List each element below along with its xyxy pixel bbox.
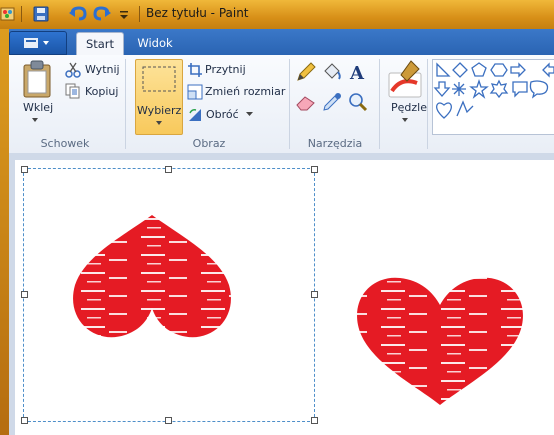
group-separator	[289, 59, 290, 149]
color-picker-icon[interactable]	[321, 91, 343, 113]
text-tool-icon[interactable]: A	[347, 61, 369, 83]
svg-text:A: A	[349, 63, 365, 83]
selection-rectangle[interactable]	[23, 168, 315, 422]
selection-handle[interactable]	[165, 417, 172, 424]
select-dropdown-icon	[156, 121, 162, 125]
cut-label[interactable]: Wytnij	[85, 63, 120, 76]
tab-start[interactable]: Start	[76, 32, 124, 56]
copy-icon[interactable]	[65, 83, 81, 99]
rotate-label[interactable]: Obróć	[206, 108, 239, 121]
selection-handle[interactable]	[311, 291, 318, 298]
paste-icon[interactable]	[21, 59, 53, 99]
title-separator	[21, 6, 22, 22]
selection-handle[interactable]	[311, 166, 318, 173]
rotate-icon[interactable]	[187, 107, 203, 123]
shapes-gallery[interactable]	[432, 59, 554, 135]
copy-label[interactable]: Kopiuj	[85, 85, 118, 98]
brushes-label[interactable]: Pędzle	[391, 101, 427, 114]
scissors-icon[interactable]	[65, 62, 81, 78]
window-title: Bez tytułu - Paint	[146, 6, 249, 20]
brushes-dropdown-icon[interactable]	[401, 117, 409, 123]
redo-icon[interactable]	[92, 5, 112, 23]
selection-handle[interactable]	[165, 166, 172, 173]
select-rectangle-icon	[142, 66, 176, 92]
file-menu-icon	[24, 38, 49, 48]
title-separator	[139, 6, 140, 22]
heart-upright	[357, 277, 523, 405]
selection-handle[interactable]	[311, 417, 318, 424]
paint-app-icon[interactable]	[0, 5, 16, 23]
selection-handle[interactable]	[21, 166, 28, 173]
eraser-icon[interactable]	[295, 91, 317, 113]
save-icon[interactable]	[32, 5, 50, 23]
tab-widok[interactable]: Widok	[130, 32, 180, 55]
undo-icon[interactable]	[68, 5, 88, 23]
paste-label[interactable]: Wklej	[23, 101, 53, 114]
crop-label[interactable]: Przytnij	[205, 63, 246, 76]
selection-handle[interactable]	[21, 291, 28, 298]
brushes-icon[interactable]	[387, 59, 423, 99]
crop-icon[interactable]	[187, 62, 203, 78]
resize-icon[interactable]	[187, 84, 203, 100]
ribbon: Wklej Wytnij Kopiuj Schowek Wybierz Przy…	[9, 55, 554, 154]
image-group-label: Obraz	[192, 137, 226, 150]
file-menu-button[interactable]	[9, 31, 67, 55]
title-bar: Bez tytułu - Paint	[0, 0, 554, 29]
drawing-canvas[interactable]	[15, 160, 554, 435]
paste-dropdown-icon[interactable]	[31, 117, 39, 123]
resize-label[interactable]: Zmień rozmiar	[205, 85, 285, 98]
tools-group-label: Narzędzia	[307, 137, 363, 150]
group-separator	[379, 59, 380, 149]
magnifier-icon[interactable]	[347, 91, 369, 113]
fill-bucket-icon[interactable]	[321, 61, 343, 83]
shapes-icons	[433, 62, 554, 119]
selection-handle[interactable]	[21, 417, 28, 424]
select-button[interactable]: Wybierz	[135, 59, 183, 135]
ribbon-tab-row: Start Widok	[9, 29, 554, 56]
pencil-icon[interactable]	[295, 61, 317, 83]
group-separator	[125, 59, 126, 149]
select-label: Wybierz	[137, 104, 182, 117]
group-separator	[427, 59, 428, 149]
clipboard-group-label: Schowek	[40, 137, 90, 150]
quick-access-dropdown-icon[interactable]	[119, 5, 129, 23]
rotate-dropdown-icon[interactable]	[246, 112, 253, 117]
workspace	[9, 153, 554, 435]
tools-grid: A	[295, 61, 371, 123]
